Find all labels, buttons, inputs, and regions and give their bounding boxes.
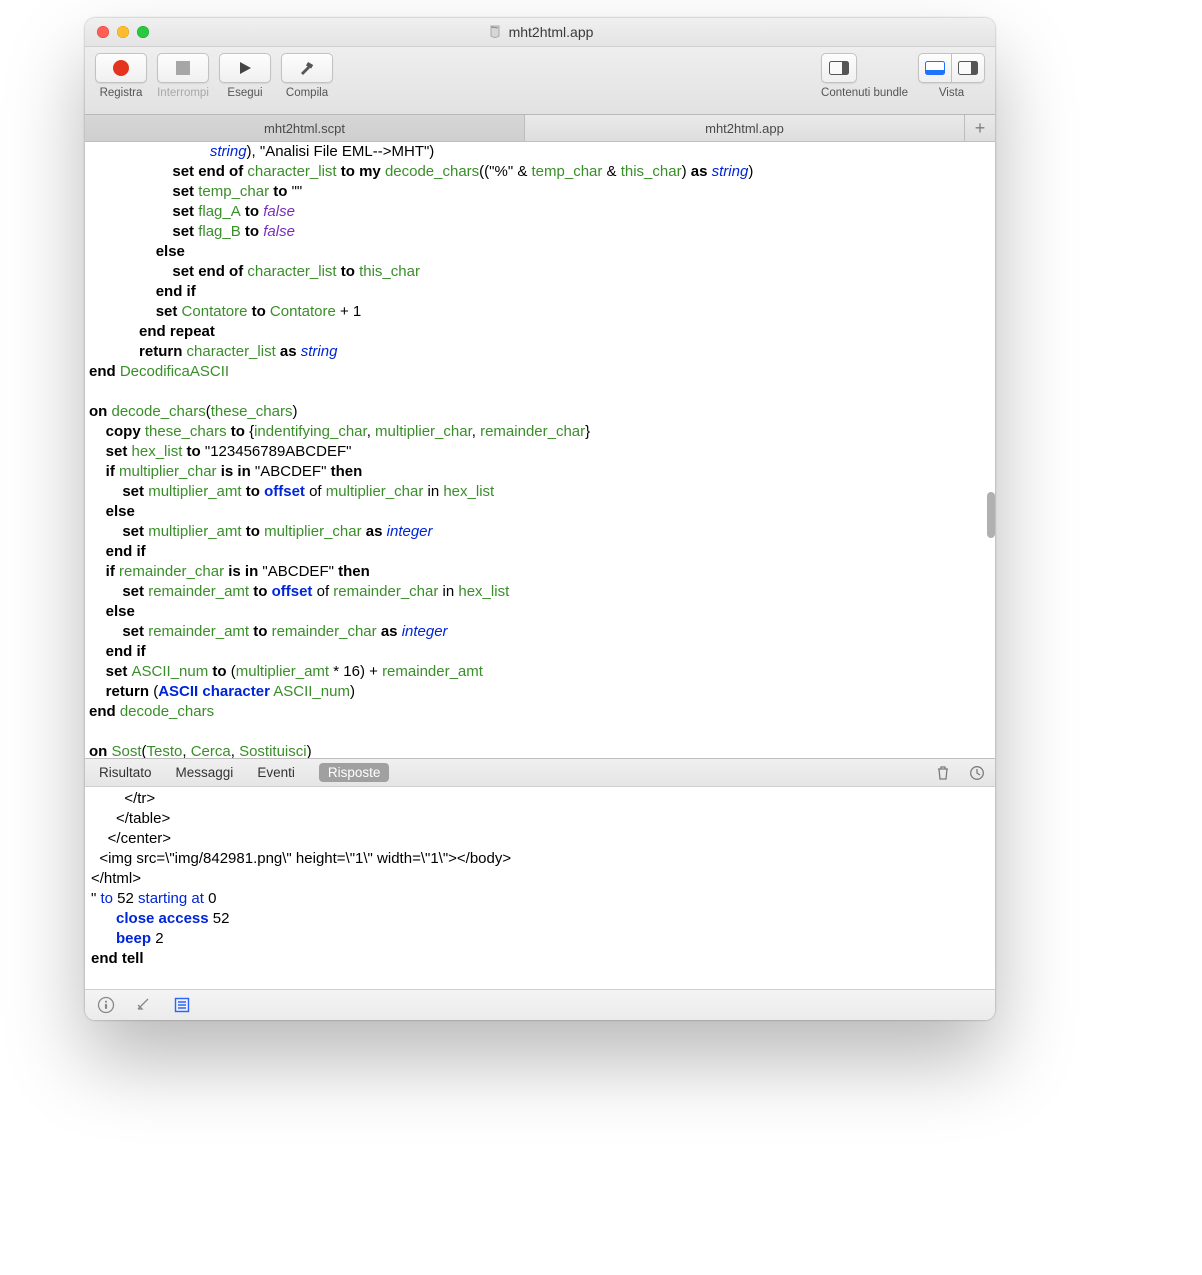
results-tab-eventi[interactable]: Eventi: [257, 765, 295, 780]
results-tab-risposte[interactable]: Risposte: [319, 763, 390, 782]
tab-label: mht2html.scpt: [264, 121, 345, 136]
sidebar-right-icon: [958, 61, 978, 75]
results-panel-header: Risultato Messaggi Eventi Risposte: [85, 758, 995, 787]
toolbar: Registra Interrompi Esegui: [85, 47, 995, 115]
tab-label: mht2html.app: [705, 121, 784, 136]
tab-mht2html-scpt[interactable]: mht2html.scpt: [85, 115, 525, 141]
window-title: mht2html.app: [85, 24, 995, 40]
tab-mht2html-app[interactable]: mht2html.app: [525, 115, 965, 141]
stop-button[interactable]: [157, 53, 209, 83]
record-label: Registra: [95, 87, 147, 99]
results-tab-messaggi[interactable]: Messaggi: [176, 765, 234, 780]
split-bottom-icon: [925, 61, 945, 75]
new-tab-button[interactable]: +: [965, 115, 995, 141]
results-panel-body[interactable]: </tr> </table> </center> <img src=\"img/…: [85, 787, 995, 989]
bundle-contents-button[interactable]: [821, 53, 857, 83]
info-icon[interactable]: [97, 996, 115, 1014]
script-editor-area[interactable]: string), "Analisi File EML-->MHT") set e…: [85, 142, 995, 758]
results-output: </tr> </table> </center> <img src=\"img/…: [91, 789, 989, 969]
view-side-button[interactable]: [952, 53, 985, 83]
sidebar-icon: [829, 61, 849, 75]
view-label: Vista: [918, 87, 985, 99]
vertical-scrollbar-thumb[interactable]: [987, 492, 995, 538]
bundle-label: Contenuti bundle: [821, 87, 908, 99]
record-button[interactable]: [95, 53, 147, 83]
script-icon: [487, 24, 503, 40]
window-title-text: mht2html.app: [509, 24, 594, 40]
stop-label: Interrompi: [157, 87, 209, 99]
results-tab-risultato[interactable]: Risultato: [99, 765, 152, 780]
compile-button[interactable]: [281, 53, 333, 83]
run-label: Esegui: [219, 87, 271, 99]
document-tabbar: mht2html.scpt mht2html.app +: [85, 115, 995, 142]
clock-icon[interactable]: [969, 765, 985, 781]
hammer-icon: [298, 59, 316, 77]
app-window: mht2html.app Registra Interrompi: [85, 18, 995, 1020]
run-button[interactable]: [219, 53, 271, 83]
script-source[interactable]: string), "Analisi File EML-->MHT") set e…: [89, 142, 991, 758]
title-bar: mht2html.app: [85, 18, 995, 47]
send-icon[interactable]: [135, 996, 153, 1014]
compile-label: Compila: [281, 87, 333, 99]
toolbar-right-group: Contenuti bundle: [821, 53, 985, 99]
view-split-button[interactable]: [918, 53, 952, 83]
statusbar: [85, 989, 995, 1020]
list-icon[interactable]: [173, 996, 191, 1014]
toolbar-left-group: Registra Interrompi Esegui: [95, 53, 333, 99]
record-icon: [113, 60, 129, 76]
trash-icon[interactable]: [935, 765, 951, 781]
stop-icon: [176, 61, 190, 75]
play-icon: [237, 60, 253, 76]
